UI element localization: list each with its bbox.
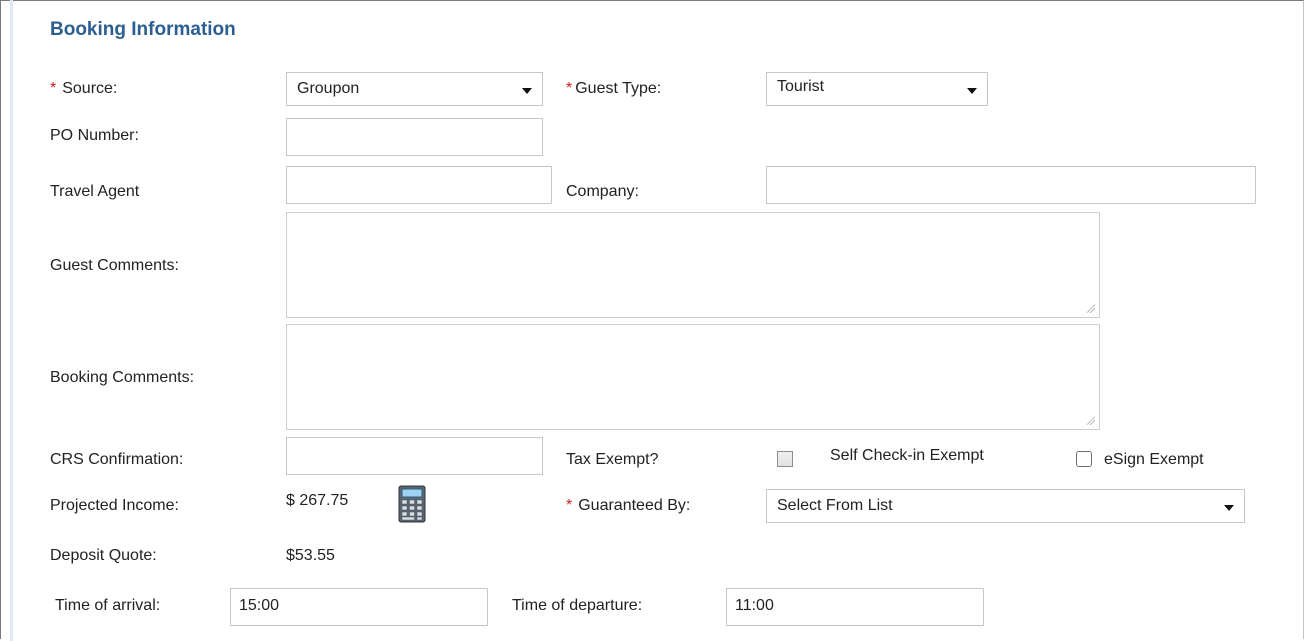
section-title: Booking Information [50, 19, 236, 40]
time-of-arrival-label: Time of arrival: [55, 597, 161, 614]
chevron-down-icon [967, 88, 977, 94]
required-mark: * [566, 80, 573, 97]
projected-income-value: $ 267.75 [286, 492, 349, 509]
deposit-quote-value: $53.55 [286, 547, 335, 564]
po-number-input[interactable] [286, 118, 543, 156]
source-selected-value: Groupon [297, 80, 360, 97]
source-label: * Source: [50, 80, 118, 97]
guaranteed-by-label: * Guaranteed By: [566, 497, 691, 514]
guest-type-selected-value: Tourist [777, 78, 825, 95]
projected-income-label: Projected Income: [50, 497, 179, 514]
company-input[interactable] [766, 166, 1256, 204]
time-of-departure-input[interactable]: 11:00 [726, 588, 984, 626]
tax-exempt-label: Tax Exempt? [566, 451, 659, 468]
time-of-departure-label: Time of departure: [512, 597, 643, 614]
guest-comments-textarea[interactable] [286, 212, 1100, 318]
travel-agent-label: Travel Agent [50, 183, 140, 200]
booking-comments-textarea[interactable] [286, 324, 1100, 430]
esign-exempt-label: eSign Exempt [1104, 451, 1204, 468]
crs-confirmation-label: CRS Confirmation: [50, 451, 184, 468]
travel-agent-input[interactable] [286, 166, 552, 204]
chevron-down-icon [522, 88, 532, 94]
required-mark: * [50, 80, 57, 97]
time-of-arrival-input[interactable]: 15:00 [230, 588, 488, 626]
esign-exempt-checkbox[interactable] [1076, 451, 1092, 467]
calculator-icon[interactable] [398, 485, 426, 523]
panel-accent-bar [10, 0, 13, 641]
guest-comments-label: Guest Comments: [50, 257, 179, 274]
required-mark: * [566, 497, 573, 514]
guaranteed-by-selected-value: Select From List [777, 497, 893, 514]
self-checkin-exempt-label: Self Check-in Exempt [830, 447, 984, 464]
tax-exempt-checkbox[interactable] [777, 451, 793, 467]
guest-type-label: * Guest Type: [566, 80, 662, 97]
chevron-down-icon [1224, 505, 1234, 511]
booking-comments-label: Booking Comments: [50, 369, 195, 386]
guaranteed-by-select[interactable]: Select From List [766, 489, 1245, 523]
resize-grip-icon[interactable] [1085, 415, 1095, 425]
guest-type-select[interactable]: Tourist [766, 72, 988, 106]
po-number-label: PO Number: [50, 127, 139, 144]
resize-grip-icon[interactable] [1085, 303, 1095, 313]
deposit-quote-label: Deposit Quote: [50, 547, 157, 564]
company-label: Company: [566, 183, 639, 200]
crs-confirmation-input[interactable] [286, 437, 543, 475]
source-select[interactable]: Groupon [286, 72, 543, 106]
